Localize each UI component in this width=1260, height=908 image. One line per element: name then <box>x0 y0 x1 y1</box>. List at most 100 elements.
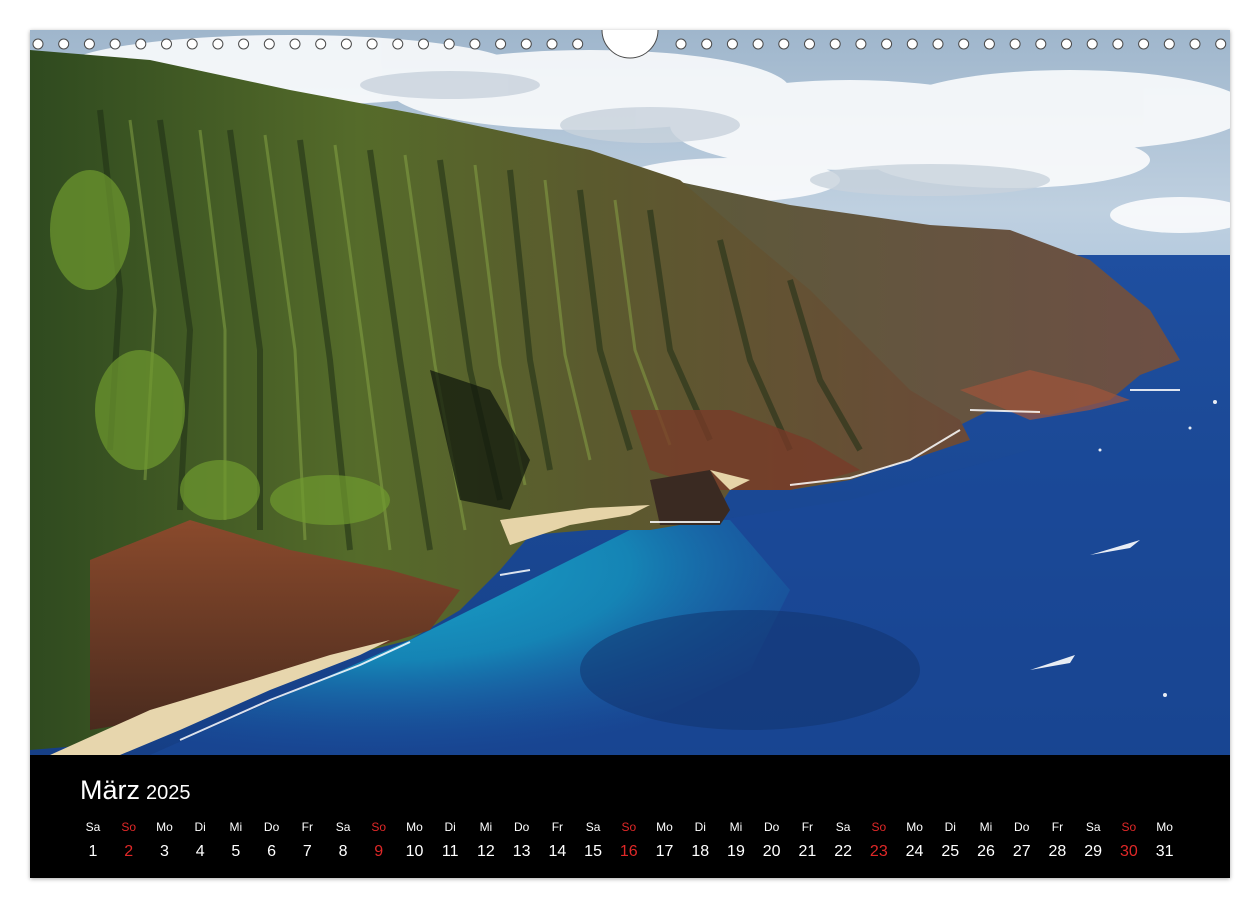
day-number: 10 <box>405 843 424 860</box>
binding-hole <box>1189 38 1201 50</box>
day-number: 24 <box>905 843 924 860</box>
day-cell: Di 25 <box>932 819 968 861</box>
day-number: 8 <box>338 843 348 860</box>
day-cell: Fr 21 <box>789 819 825 861</box>
binding-hole <box>906 38 918 50</box>
weekday-label: Fr <box>551 820 564 834</box>
binding-hole <box>83 38 95 50</box>
day-cell: Mo 3 <box>146 819 182 861</box>
day-number: 16 <box>619 843 638 860</box>
binding-hole <box>1061 38 1072 50</box>
day-cell: Di 4 <box>182 819 218 861</box>
day-cell: Do 27 <box>1004 819 1040 861</box>
day-number: 22 <box>834 843 852 860</box>
binding-hole <box>366 38 378 50</box>
day-cell: So 30 <box>1111 819 1147 861</box>
binding-hole <box>186 38 198 50</box>
calendar-footer: März 2025 Sa 1 So 2 Mo 3 Di 4 Mi 5 Do 6 Fr 7 Sa 8 So 9 Mo 10… <box>30 755 1230 878</box>
day-cell: Sa 22 <box>825 819 861 861</box>
binding-hole <box>701 38 713 50</box>
binding-hole <box>161 38 172 50</box>
day-number: 23 <box>869 843 888 860</box>
weekday-label: Mi <box>229 820 243 834</box>
binding-hole <box>520 38 532 50</box>
day-cell: Sa 29 <box>1075 819 1111 861</box>
binding-hole <box>804 38 815 50</box>
day-cell: Mi 12 <box>468 819 504 861</box>
hanger-notch <box>601 30 659 59</box>
day-cell: Di 18 <box>682 819 718 861</box>
day-cell: Sa 1 <box>75 819 111 861</box>
binding-hole <box>1086 38 1098 50</box>
binding-hole <box>829 38 841 50</box>
day-number: 27 <box>1012 843 1031 860</box>
day-cell: Di 11 <box>432 819 468 861</box>
binding-hole <box>1035 38 1047 50</box>
binding-hole <box>675 38 687 50</box>
day-number: 5 <box>231 843 241 860</box>
weekday-label: So <box>1121 820 1137 834</box>
binding-hole <box>32 38 44 50</box>
binding-hole <box>1215 38 1227 50</box>
day-number: 11 <box>441 843 459 860</box>
binding-hole <box>109 38 121 50</box>
weekday-label: So <box>621 820 637 834</box>
binding-hole <box>263 38 275 50</box>
day-cell: So 23 <box>861 819 897 861</box>
binding-hole <box>135 38 147 50</box>
weekday-label: Mi <box>979 820 993 834</box>
day-cell: Mi 5 <box>218 819 254 861</box>
day-number: 19 <box>727 843 745 860</box>
day-cell: Mo 24 <box>897 819 933 861</box>
day-cell: Mi 19 <box>718 819 754 861</box>
weekday-label: Do <box>263 820 280 834</box>
day-number: 26 <box>977 843 995 860</box>
binding-hole <box>58 38 70 50</box>
binding-hole <box>392 38 404 50</box>
binding-hole <box>855 38 867 50</box>
weekday-label: Do <box>764 820 780 834</box>
day-cell: Do 6 <box>254 819 290 861</box>
day-number: 13 <box>512 843 531 860</box>
day-cell: Mo 17 <box>647 819 683 861</box>
binding-hole <box>340 38 352 50</box>
day-cell: So 16 <box>611 819 647 861</box>
weekday-label: Mo <box>1156 820 1173 834</box>
binding-hole <box>958 38 970 50</box>
binding-hole <box>726 38 738 50</box>
weekday-label: Mo <box>406 820 423 834</box>
month-year: 2025 <box>146 782 191 804</box>
weekday-label: Mo <box>656 820 673 834</box>
day-number: 28 <box>1048 843 1067 860</box>
day-cell: Fr 7 <box>289 819 325 861</box>
binding-hole <box>1138 38 1150 50</box>
binding-hole <box>315 38 327 50</box>
month-name: März <box>80 775 140 805</box>
day-number: 21 <box>798 843 817 860</box>
weekday-label: Do <box>1014 820 1030 834</box>
day-cell: Do 13 <box>504 819 540 861</box>
day-number: 3 <box>159 843 169 860</box>
binding-hole <box>469 38 481 50</box>
day-number: 31 <box>1155 843 1174 860</box>
day-number: 29 <box>1084 843 1103 860</box>
binding-hole <box>418 38 429 50</box>
weekday-label: Di <box>944 820 956 834</box>
day-number: 2 <box>124 843 134 860</box>
binding-hole <box>572 38 584 50</box>
day-cell: So 9 <box>361 819 397 861</box>
weekday-label: Sa <box>85 820 101 834</box>
binding-hole <box>289 38 301 50</box>
binding-hole <box>1009 38 1021 50</box>
weekday-label: Sa <box>1085 820 1101 834</box>
weekday-label: So <box>121 820 137 834</box>
day-number: 30 <box>1119 843 1138 860</box>
weekday-label: Di <box>694 820 706 834</box>
weekday-label: Di <box>444 820 456 834</box>
binding-hole <box>495 38 507 50</box>
day-cell: Do 20 <box>754 819 790 861</box>
binding-hole <box>546 38 558 50</box>
day-number: 6 <box>267 843 277 860</box>
weekday-label: Di <box>194 820 206 834</box>
day-number: 12 <box>477 843 495 860</box>
